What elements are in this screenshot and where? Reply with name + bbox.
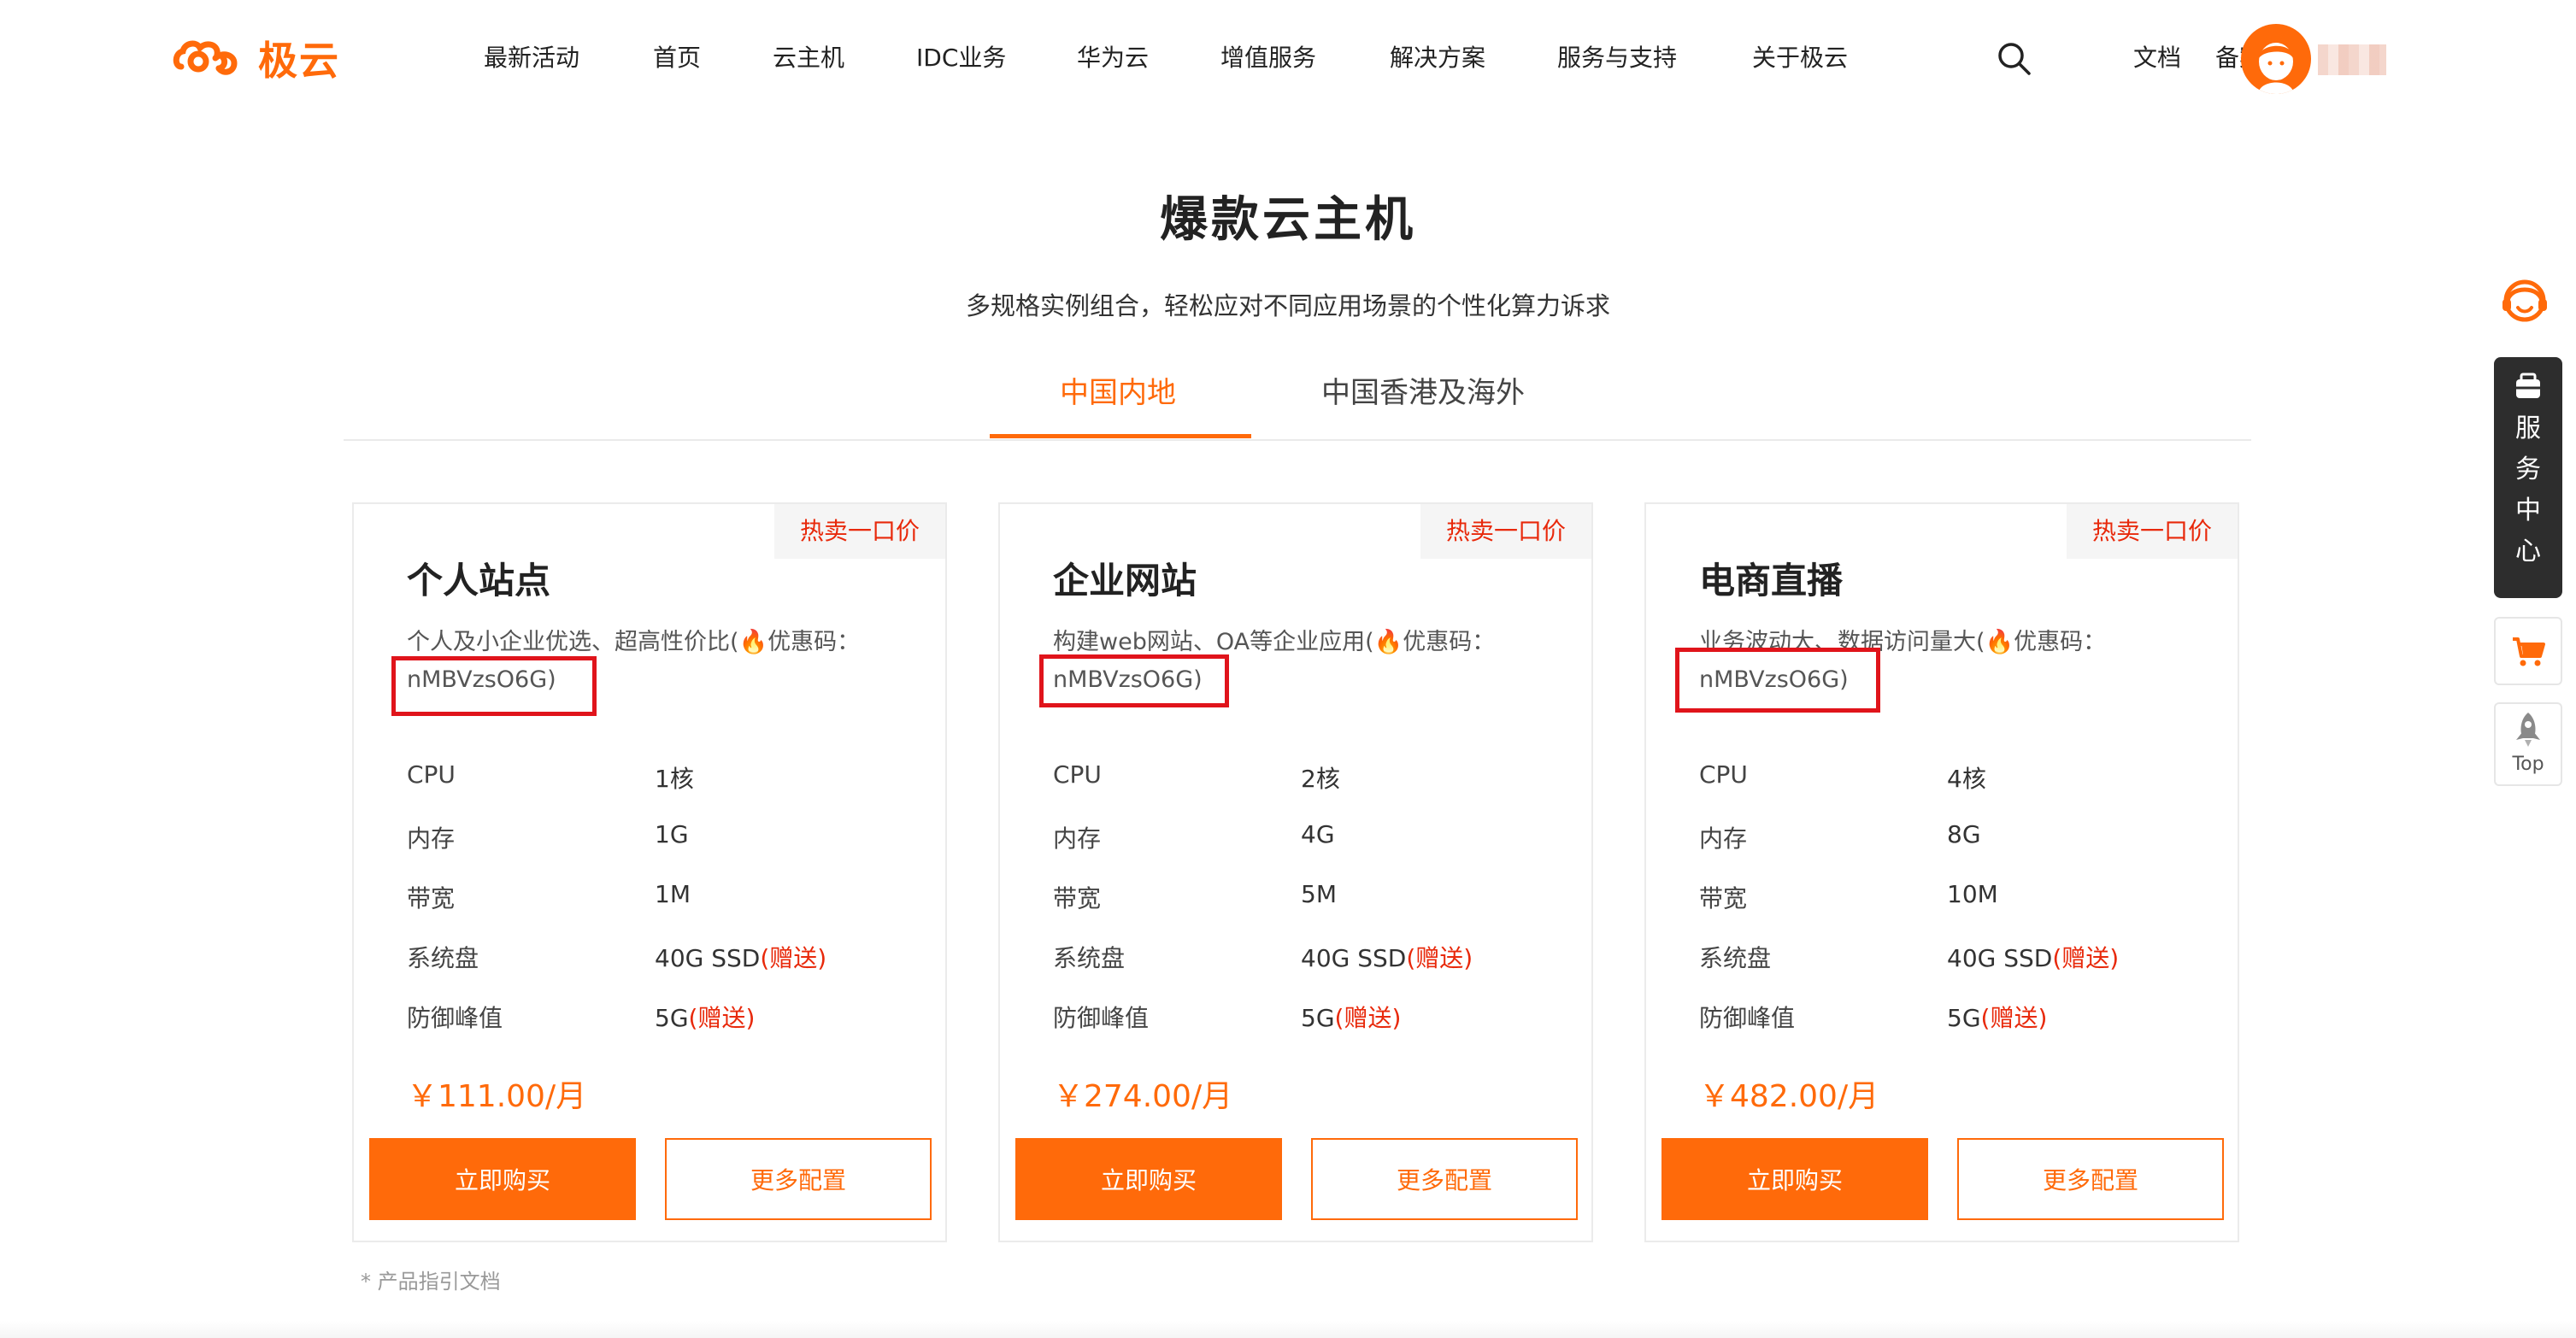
service-center-button[interactable]: 服 务 中 心 xyxy=(2494,357,2562,598)
hot-sale-badge: 热卖一口价 xyxy=(774,504,945,559)
spec-value: 40G SSD(赠送) xyxy=(1301,944,1473,972)
top-header: 极云 最新活动 首页 云主机 IDC业务 华为云 增值服务 解决方案 服务与支持… xyxy=(0,0,2576,116)
search-icon[interactable] xyxy=(1995,39,2032,77)
service-icon xyxy=(2516,373,2540,398)
nav-latest-activities[interactable]: 最新活动 xyxy=(484,38,579,79)
spec-label: 系统盘 xyxy=(1699,944,1772,972)
cart-button[interactable] xyxy=(2494,617,2562,685)
desc-suffix: 优惠码： xyxy=(2014,629,2107,655)
price: ￥111.00/月 xyxy=(407,1079,587,1114)
spec-label: 内存 xyxy=(1699,825,1748,853)
service-center-char: 中 xyxy=(2515,496,2541,525)
hot-sale-badge: 热卖一口价 xyxy=(2067,504,2238,559)
spec-label: 内存 xyxy=(1053,825,1102,853)
product-card-personal: 热卖一口价 个人站点 个人及小企业优选、超高性价比(🔥优惠码： nMBVzsO6… xyxy=(352,502,947,1242)
spec-value: 1核 xyxy=(655,765,694,793)
top-label: Top xyxy=(2512,754,2544,775)
nav-idc[interactable]: IDC业务 xyxy=(916,38,1006,79)
spec-value: 40G SSD(赠送) xyxy=(655,944,827,972)
nav-support[interactable]: 服务与支持 xyxy=(1557,38,1677,79)
active-tab-indicator xyxy=(990,434,1251,438)
avatar[interactable] xyxy=(2241,24,2311,94)
product-card-enterprise: 热卖一口价 企业网站 构建web网站、OA等企业应用(🔥优惠码： nMBVzsO… xyxy=(998,502,1593,1242)
more-config-button[interactable]: 更多配置 xyxy=(1957,1138,2224,1220)
user-avatar-icon xyxy=(2258,43,2294,94)
hot-sale-badge: 热卖一口价 xyxy=(1420,504,1591,559)
logo-text: 极云 xyxy=(258,38,340,84)
buy-now-button[interactable]: 立即购买 xyxy=(1661,1138,1928,1220)
service-center-char: 务 xyxy=(2515,455,2541,484)
spec-label: 带宽 xyxy=(407,884,456,913)
docs-link[interactable]: 文档 xyxy=(2133,38,2181,79)
spec-value: 5G(赠送) xyxy=(1947,1004,2048,1032)
spec-value: 5G(赠送) xyxy=(1301,1004,1402,1032)
spec-value: 5M xyxy=(1301,880,1337,908)
spec-label: 防御峰值 xyxy=(407,1004,503,1032)
price: ￥274.00/月 xyxy=(1053,1079,1233,1114)
spec-value: 1G xyxy=(655,820,689,848)
product-card-ecommerce: 热卖一口价 电商直播 业务波动大、数据访问量大(🔥优惠码： nMBVzsO6G)… xyxy=(1644,502,2239,1242)
page-bottom-edge xyxy=(0,1321,2576,1338)
highlight-box xyxy=(1039,654,1229,707)
spec-value: 4G xyxy=(1301,820,1335,848)
nav-about[interactable]: 关于极云 xyxy=(1752,38,1848,79)
cloud-logo-icon xyxy=(173,40,238,75)
spec-value: 1M xyxy=(655,880,691,908)
tab-mainland-china[interactable]: 中国内地 xyxy=(1060,369,1176,411)
fire-icon: 🔥 xyxy=(738,629,768,655)
spec-value: 4核 xyxy=(1947,765,1986,793)
cart-icon xyxy=(2513,637,2545,666)
site-logo[interactable]: 极云 xyxy=(173,31,340,85)
rocket-icon xyxy=(2516,713,2540,747)
customer-support-icon[interactable] xyxy=(2497,273,2552,328)
username-blurred[interactable] xyxy=(2318,44,2386,75)
service-center-char: 心 xyxy=(2515,537,2541,566)
spec-value: 2核 xyxy=(1301,765,1340,793)
product-guide-link[interactable]: * 产品指引文档 xyxy=(361,1265,501,1294)
desc-suffix: 优惠码： xyxy=(768,629,861,655)
buy-now-button[interactable]: 立即购买 xyxy=(369,1138,636,1220)
desc-text: 构建web网站、OA等企业应用( xyxy=(1053,629,1374,655)
nav-solutions[interactable]: 解决方案 xyxy=(1390,38,1485,79)
spec-label: CPU xyxy=(1053,760,1102,789)
region-tabs: 中国内地 中国香港及海外 xyxy=(344,352,2251,441)
nav-huawei-cloud[interactable]: 华为云 xyxy=(1077,38,1149,79)
fire-icon: 🔥 xyxy=(1985,629,2014,655)
price: ￥482.00/月 xyxy=(1699,1079,1879,1114)
spec-value: 40G SSD(赠送) xyxy=(1947,944,2120,972)
desc-text: 个人及小企业优选、超高性价比( xyxy=(407,629,739,655)
spec-label: CPU xyxy=(407,760,456,789)
spec-value: 5G(赠送) xyxy=(655,1004,756,1032)
card-title: 电商直播 xyxy=(1699,560,1844,602)
spec-label: CPU xyxy=(1699,760,1748,789)
fire-icon: 🔥 xyxy=(1373,629,1403,655)
buy-now-button[interactable]: 立即购买 xyxy=(1015,1138,1282,1220)
more-config-button[interactable]: 更多配置 xyxy=(665,1138,932,1220)
card-title: 企业网站 xyxy=(1053,560,1197,602)
tab-hongkong-overseas[interactable]: 中国香港及海外 xyxy=(1321,369,1525,411)
spec-value: 8G xyxy=(1947,820,1981,848)
spec-label: 内存 xyxy=(407,825,456,853)
page-title: 爆款云主机 xyxy=(1160,192,1416,248)
spec-label: 带宽 xyxy=(1053,884,1102,913)
spec-label: 防御峰值 xyxy=(1699,1004,1796,1032)
spec-label: 系统盘 xyxy=(407,944,479,972)
highlight-box xyxy=(391,656,597,716)
spec-label: 带宽 xyxy=(1699,884,1748,913)
nav-home[interactable]: 首页 xyxy=(653,38,701,79)
nav-cloud-host[interactable]: 云主机 xyxy=(773,38,844,79)
page-subtitle: 多规格实例组合，轻松应对不同应用场景的个性化算力诉求 xyxy=(965,291,1610,320)
service-center-char: 服 xyxy=(2515,414,2541,443)
card-title: 个人站点 xyxy=(407,560,551,602)
back-to-top-button[interactable]: Top xyxy=(2494,702,2562,786)
highlight-box xyxy=(1675,648,1880,713)
more-config-button[interactable]: 更多配置 xyxy=(1311,1138,1578,1220)
desc-suffix: 优惠码： xyxy=(1403,629,1496,655)
nav-value-added[interactable]: 增值服务 xyxy=(1220,38,1316,79)
spec-label: 系统盘 xyxy=(1053,944,1126,972)
spec-label: 防御峰值 xyxy=(1053,1004,1150,1032)
spec-value: 10M xyxy=(1947,880,1998,908)
